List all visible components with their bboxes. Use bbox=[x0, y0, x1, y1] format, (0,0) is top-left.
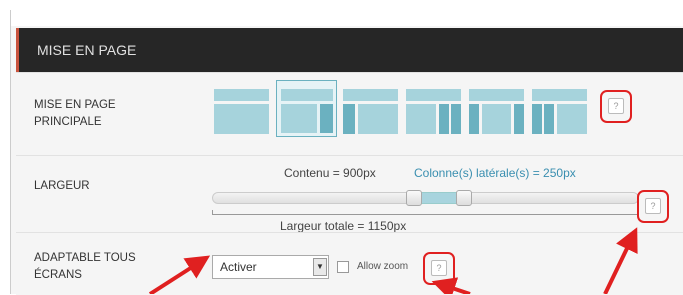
red-arrow-icon bbox=[148, 227, 638, 294]
